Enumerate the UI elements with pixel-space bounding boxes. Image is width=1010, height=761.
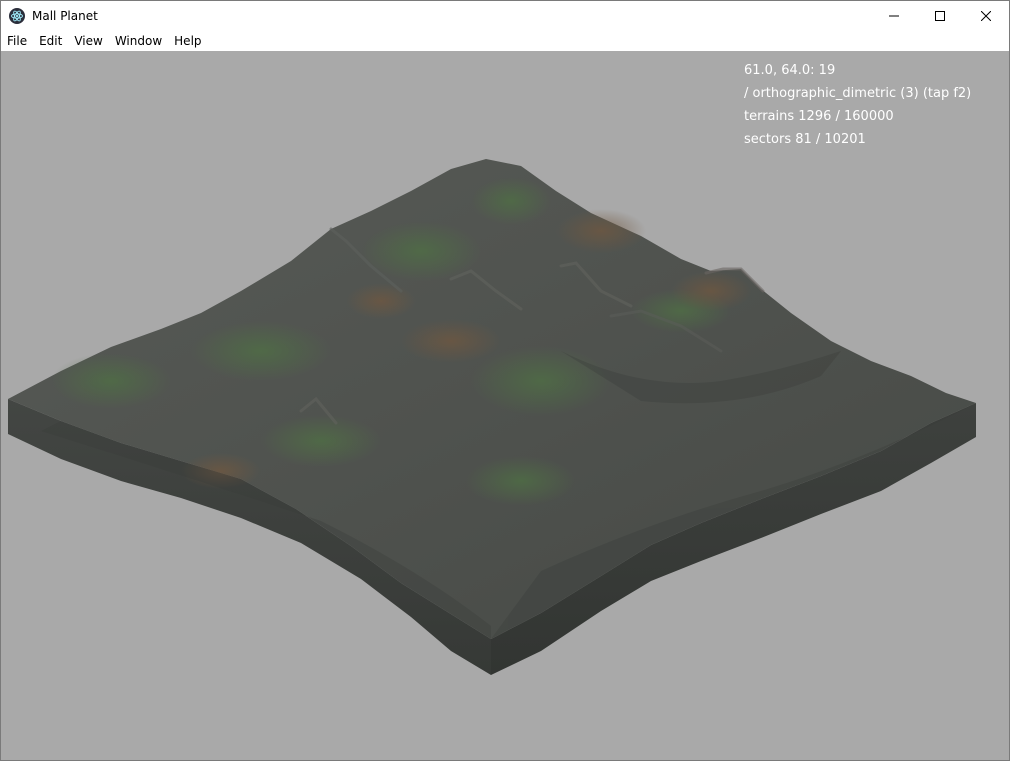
menu-view[interactable]: View [68, 31, 108, 51]
debug-hud: 61.0, 64.0: 19 / orthographic_dimetric (… [744, 59, 971, 151]
window-controls [871, 1, 1009, 31]
close-button[interactable] [963, 1, 1009, 31]
menu-bar: File Edit View Window Help [1, 31, 1009, 51]
app-window: Mall Planet File Edit View Window Help 6… [0, 0, 1010, 761]
maximize-icon [935, 11, 945, 21]
minimize-button[interactable] [871, 1, 917, 31]
hud-coordinates: 61.0, 64.0: 19 [744, 63, 836, 78]
close-icon [981, 11, 991, 21]
terrain-scene [8, 159, 976, 675]
menu-window[interactable]: Window [109, 31, 168, 51]
hud-sectors-count: sectors 81 / 10201 [744, 132, 866, 147]
menu-file[interactable]: File [1, 31, 33, 51]
window-title: Mall Planet [32, 9, 98, 23]
title-bar[interactable]: Mall Planet [1, 1, 1009, 31]
maximize-button[interactable] [917, 1, 963, 31]
minimize-icon [889, 15, 899, 17]
hud-terrains-count: terrains 1296 / 160000 [744, 109, 894, 124]
menu-help[interactable]: Help [168, 31, 207, 51]
menu-edit[interactable]: Edit [33, 31, 68, 51]
render-viewport[interactable]: 61.0, 64.0: 19 / orthographic_dimetric (… [1, 51, 1009, 760]
hud-camera-mode: / orthographic_dimetric (3) (tap f2) [744, 86, 972, 101]
electron-atom-icon [9, 8, 25, 24]
